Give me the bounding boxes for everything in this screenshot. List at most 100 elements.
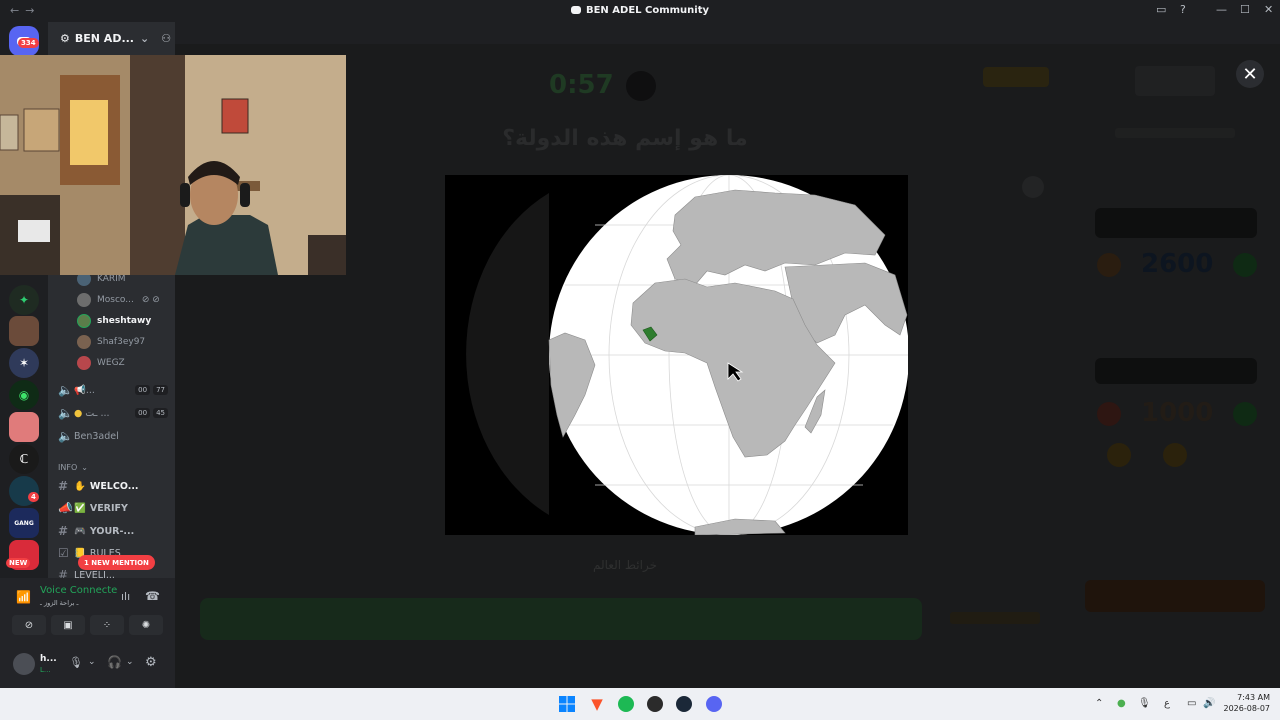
obs-icon[interactable]	[645, 694, 665, 714]
voice-user[interactable]: Mosco... ⊘ ⊘	[77, 290, 160, 310]
quiz-answer-bar	[200, 598, 922, 640]
text-channel-welcome[interactable]: # ✋ WELCO...	[58, 476, 168, 496]
voice-channel[interactable]: 🔈 📢... 00 77	[58, 380, 168, 400]
chevron-down-icon[interactable]: ⌄	[126, 657, 134, 667]
hash-icon: #	[58, 479, 69, 493]
new-badge: NEW	[6, 558, 31, 568]
steam-icon[interactable]	[674, 694, 694, 714]
leader-title	[1135, 66, 1215, 96]
voice-channel-name[interactable]: ـ براحة الزوز ـ	[40, 599, 78, 607]
emoji-icon: ●	[74, 407, 83, 419]
start-button[interactable]	[557, 694, 577, 714]
user-status: L...	[40, 666, 51, 674]
voice-user[interactable]: Shaf3ey97	[77, 332, 145, 352]
voice-user[interactable]: sheshtawy	[77, 311, 151, 331]
medal-icon	[1097, 402, 1121, 426]
avatar	[77, 356, 91, 370]
spotify-icon[interactable]	[616, 694, 636, 714]
muted-icon: ⊘ ⊘	[141, 295, 160, 305]
clock-time: 7:43 AM	[1237, 693, 1270, 702]
screen-share-icon: ▣	[63, 619, 73, 631]
webcam-feed	[0, 55, 346, 275]
chevron-down-icon: ⌄	[81, 462, 88, 472]
discord-icon	[570, 6, 581, 14]
chevron-down-icon[interactable]: ⌄	[88, 657, 96, 667]
rules-icon: ☑	[58, 546, 69, 560]
emoji-icon: 🎮	[74, 525, 86, 537]
avatar	[77, 314, 91, 328]
gear-icon[interactable]: ⚙	[145, 655, 157, 670]
microphone-tray-icon[interactable]: 🎙	[1138, 698, 1151, 709]
server-icon-avatar[interactable]	[9, 316, 39, 346]
voice-connected-status[interactable]: Voice Connecte	[40, 585, 117, 596]
clock[interactable]: 7:43 AM 2026-08-07	[1200, 692, 1271, 714]
speaker-icon: 🔈	[58, 429, 73, 443]
signal-icon: 📶	[16, 590, 31, 604]
server-icon-c[interactable]: ℂ	[9, 444, 39, 474]
minimize-button[interactable]: —	[1216, 3, 1227, 16]
unread-badge: 4	[28, 492, 39, 502]
guild-name: BEN AD...	[74, 31, 134, 45]
chevron-up-icon[interactable]: ⌃	[1095, 698, 1103, 709]
check-icon: ✅	[74, 502, 86, 514]
announcement-icon: 📣	[58, 501, 73, 515]
server-icon-star[interactable]: ✶	[9, 348, 39, 378]
language-indicator[interactable]: ع	[1164, 698, 1170, 709]
speaker-icon: 🔈	[58, 406, 73, 420]
close-icon: ✕	[1242, 63, 1258, 85]
voice-user[interactable]: WEGZ	[77, 353, 125, 373]
quiz-side-icon	[1022, 176, 1044, 198]
quiz-question: ما هو إسم هذه الدولة؟	[502, 126, 748, 151]
screen-share-button[interactable]: ▣	[51, 615, 85, 635]
guild-icon: ⚙	[60, 31, 70, 45]
new-mention-pill[interactable]: 1 NEW MENTION	[78, 555, 155, 570]
network-icon[interactable]: ▭	[1187, 698, 1196, 709]
guild-header[interactable]: ⚙ BEN AD... ⌄ ⚇	[48, 22, 175, 54]
category-info[interactable]: INFO ⌄	[58, 457, 168, 477]
soundboard-icon[interactable]: ılı	[121, 590, 130, 603]
clock-date: 2026-08-07	[1223, 704, 1271, 713]
window-titlebar: ←→ BEN ADEL Community ▭ ? — ☐ ✕	[0, 0, 1280, 22]
coin-icon	[1107, 443, 1131, 467]
camera-off-icon: ⊘	[24, 619, 34, 631]
activities-button[interactable]: ⁘	[90, 615, 124, 635]
discord-taskbar-icon[interactable]	[704, 694, 724, 714]
tray-app-icon[interactable]: ●	[1117, 698, 1126, 709]
country-map	[445, 175, 908, 535]
leader-box-bottom	[1095, 358, 1257, 384]
webcam-overlay[interactable]	[0, 55, 346, 275]
quiz-secondary-label	[950, 612, 1040, 624]
headphones-icon[interactable]: 🎧	[107, 655, 122, 669]
avatar[interactable]	[13, 653, 35, 675]
activities-icon: ⁘	[102, 619, 112, 631]
microphone-icon[interactable]: 🎙	[69, 656, 83, 669]
quiz-leaderboard: 2600 1000	[1085, 58, 1265, 658]
voice-channel[interactable]: 🔈 ● ـت ... 00 45	[58, 403, 168, 423]
soundboard-button[interactable]: ✺	[129, 615, 163, 635]
server-icon-art[interactable]	[9, 412, 39, 442]
brave-icon[interactable]: ▼	[587, 694, 607, 714]
help-icon[interactable]: ?	[1180, 3, 1186, 16]
voice-channel[interactable]: 🔈 Ben3adel	[58, 426, 168, 446]
close-window-button[interactable]: ✕	[1264, 3, 1273, 16]
timer-icon	[626, 71, 656, 101]
invite-icon[interactable]: ⚇	[161, 32, 171, 45]
quiz-timer: 0:57	[549, 70, 614, 100]
server-icon-green[interactable]: ✦	[9, 285, 39, 315]
server-icon-gang[interactable]: GANG	[9, 508, 39, 538]
text-channel-verify[interactable]: 📣 ✅ VERIFY	[58, 498, 168, 518]
score-bottom: 1000	[1141, 398, 1214, 428]
disconnect-icon[interactable]: ☎	[145, 589, 160, 603]
avatar	[77, 293, 91, 307]
inbox-icon[interactable]: ▭	[1156, 3, 1166, 16]
megaphone-icon: 📢	[74, 384, 86, 396]
quiz-tag	[983, 67, 1049, 87]
maximize-button[interactable]: ☐	[1240, 3, 1250, 16]
text-channel-your[interactable]: # 🎮 YOUR-...	[58, 521, 168, 541]
globe-map	[445, 175, 908, 535]
server-icon-robot[interactable]: ◉	[9, 380, 39, 410]
username: h...	[40, 654, 57, 664]
close-button[interactable]: ✕	[1236, 60, 1264, 88]
camera-off-button[interactable]: ⊘	[12, 615, 46, 635]
rocket-icon: ✺	[141, 619, 151, 631]
